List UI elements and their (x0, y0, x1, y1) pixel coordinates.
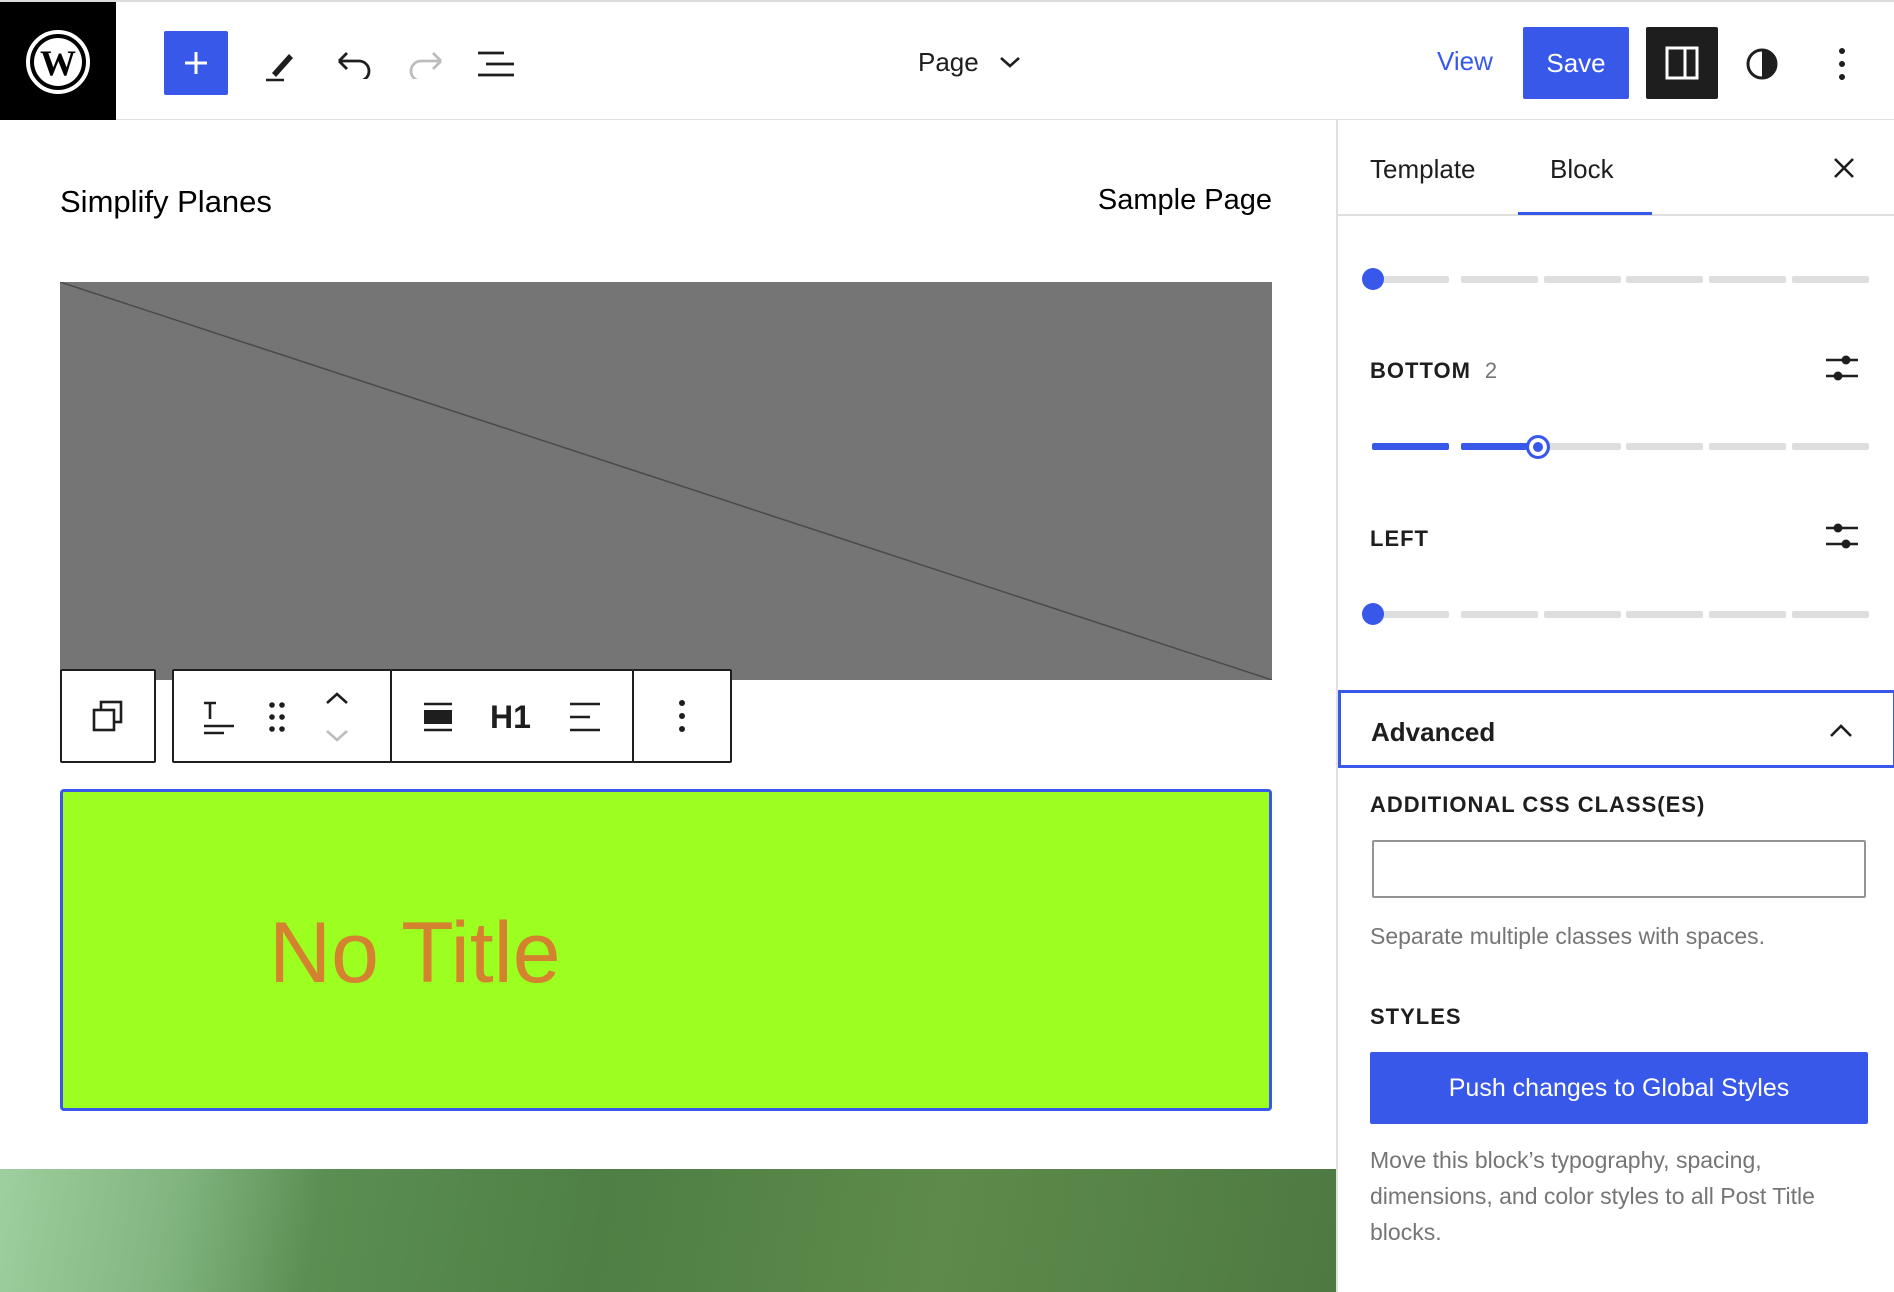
duplicate-icon (92, 700, 123, 732)
editor-canvas: Simplify Planes Sample Page H1 No Title (0, 120, 1336, 1292)
save-button[interactable]: Save (1523, 27, 1629, 99)
slider-handle[interactable] (1526, 435, 1550, 459)
wordpress-logo-icon[interactable]: W (0, 2, 116, 122)
slider-handle[interactable] (1362, 603, 1384, 625)
sliders-settings-icon (1826, 523, 1858, 549)
advanced-panel-toggle[interactable]: Advanced (1338, 690, 1894, 768)
sidebar-icon (1665, 46, 1699, 80)
heading-level-button[interactable]: H1 (490, 699, 531, 736)
chevron-down-icon (999, 57, 1020, 68)
advanced-title: Advanced (1371, 717, 1496, 747)
landscape-image (0, 1169, 1336, 1292)
title-block-icon[interactable] (202, 699, 236, 740)
list-view-icon (478, 51, 514, 77)
close-sidebar-button[interactable] (1824, 148, 1864, 188)
spacing-top-slider[interactable] (1362, 268, 1869, 290)
add-block-button[interactable] (164, 31, 228, 95)
sidebar-tabs: Template Block (1338, 120, 1894, 216)
align-left-icon[interactable] (568, 701, 602, 738)
css-class-help: Separate multiple classes with spaces. (1370, 923, 1766, 949)
navigation-link[interactable]: Sample Page (1098, 184, 1272, 217)
undo-icon (338, 52, 371, 79)
left-label: LEFT (1370, 526, 1429, 551)
more-vertical-icon (679, 700, 685, 732)
push-global-styles-button[interactable]: Push changes to Global Styles (1370, 1052, 1868, 1124)
post-title-block[interactable]: No Title (60, 789, 1272, 1111)
block-options-button[interactable] (632, 669, 732, 763)
chevron-up-icon (1830, 724, 1852, 737)
block-mover-group (172, 669, 392, 763)
spacing-left-slider[interactable] (1362, 603, 1869, 625)
transform-block-button[interactable] (60, 669, 156, 763)
bottom-label: BOTTOM 2 (1370, 358, 1499, 383)
placeholder-diagonal-icon (59, 281, 1273, 681)
site-title[interactable]: Simplify Planes (60, 184, 272, 220)
featured-image-placeholder[interactable] (59, 281, 1273, 681)
spacing-bottom-slider[interactable] (1372, 435, 1869, 459)
css-class-input[interactable] (1372, 840, 1866, 898)
page-selector-label: Page (918, 46, 979, 77)
redo-button[interactable] (404, 42, 448, 86)
undo-button[interactable] (332, 42, 376, 86)
styles-label: STYLES (1370, 1004, 1462, 1029)
slider-handle[interactable] (1362, 268, 1384, 290)
push-styles-help: Move this block’s typography, spacing, d… (1370, 1147, 1815, 1245)
align-full-icon[interactable] (422, 701, 454, 738)
move-up-down-icon[interactable] (324, 691, 350, 748)
tools-button[interactable] (258, 42, 302, 86)
document-title-selector[interactable]: Page (918, 42, 1021, 82)
close-icon (1834, 158, 1854, 178)
tab-template[interactable]: Template (1370, 154, 1476, 185)
bottom-value: 2 (1484, 358, 1499, 383)
view-link[interactable]: View (1437, 46, 1493, 77)
tab-block[interactable]: Block (1550, 154, 1614, 185)
contrast-icon (1746, 48, 1778, 80)
custom-value-toggle[interactable] (1824, 352, 1860, 389)
active-tab-indicator (1518, 212, 1652, 215)
editor-header: W Page View Save (0, 0, 1894, 122)
post-title-text[interactable]: No Title (269, 904, 561, 1003)
document-overview-button[interactable] (474, 42, 518, 86)
styles-button[interactable] (1740, 42, 1784, 86)
svg-text:W: W (40, 43, 76, 83)
options-button[interactable] (1820, 42, 1864, 86)
sliders-settings-icon (1826, 355, 1858, 381)
css-class-label: ADDITIONAL CSS CLASS(ES) (1370, 792, 1706, 817)
settings-toggle-button[interactable] (1646, 27, 1718, 99)
more-vertical-icon (1839, 48, 1845, 80)
redo-icon (409, 52, 442, 79)
custom-value-toggle[interactable] (1824, 520, 1860, 557)
plus-icon (185, 52, 207, 74)
drag-handle-icon[interactable] (268, 699, 286, 740)
block-controls-group: H1 (390, 669, 634, 763)
pencil-icon (266, 54, 293, 82)
settings-sidebar: Template Block BOTTOM 2 LEFT Advanced AD… (1336, 120, 1894, 1292)
